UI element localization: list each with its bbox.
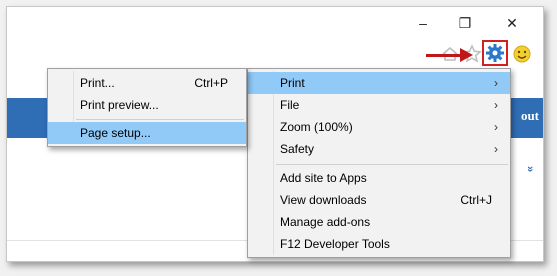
menu-item-print-dialog[interactable]: Print... Ctrl+P (48, 72, 246, 94)
screenshot-canvas: out » – ❐ ✕ Print › File › Zoom (100%) ›… (0, 0, 557, 276)
menu-item-page-setup[interactable]: Page setup... (48, 122, 246, 144)
menu-separator (276, 164, 508, 165)
submenu-arrow-icon: › (494, 98, 498, 112)
page-header-text: out (520, 108, 539, 123)
annotation-arrow-line (426, 54, 462, 57)
menu-item-print[interactable]: Print › (248, 72, 510, 94)
menu-separator (76, 119, 244, 120)
expand-chevron-icon[interactable]: » (524, 166, 536, 172)
menu-item-label: Safety (280, 142, 315, 156)
menu-item-print-preview[interactable]: Print preview... (48, 94, 246, 116)
gear-highlight-box (482, 40, 508, 66)
menu-item-f12-developer-tools[interactable]: F12 Developer Tools (248, 233, 510, 255)
menu-item-safety[interactable]: Safety › (248, 138, 510, 160)
print-submenu: Print... Ctrl+P Print preview... Page se… (47, 68, 247, 147)
menu-item-label: Print... (80, 76, 115, 90)
menu-item-label: View downloads (280, 193, 367, 207)
menu-item-label: Print preview... (80, 98, 159, 112)
menu-item-view-downloads[interactable]: View downloads Ctrl+J (248, 189, 510, 211)
tools-menu: Print › File › Zoom (100%) › Safety › Ad… (247, 68, 511, 258)
annotation-arrow-head (460, 48, 473, 62)
menu-item-shortcut: Ctrl+J (460, 193, 492, 207)
menu-item-label: Add site to Apps (280, 171, 367, 185)
submenu-arrow-icon: › (494, 142, 498, 156)
menu-item-label: F12 Developer Tools (280, 237, 390, 251)
menu-item-label: Zoom (100%) (280, 120, 353, 134)
menu-item-shortcut: Ctrl+P (194, 76, 228, 90)
restore-button[interactable]: ❐ (450, 14, 480, 32)
menu-item-label: Page setup... (80, 126, 151, 140)
menu-item-manage-add-ons[interactable]: Manage add-ons (248, 211, 510, 233)
menu-item-label: Print (280, 76, 305, 90)
minimize-button[interactable]: – (408, 14, 438, 32)
submenu-arrow-icon: › (494, 120, 498, 134)
close-button[interactable]: ✕ (497, 14, 527, 32)
smiley-feedback-icon[interactable] (512, 44, 532, 64)
menu-item-add-site-to-apps[interactable]: Add site to Apps (248, 167, 510, 189)
menu-item-label: File (280, 98, 300, 112)
submenu-arrow-icon: › (494, 76, 498, 90)
menu-item-label: Manage add-ons (280, 215, 371, 229)
menu-item-file[interactable]: File › (248, 94, 510, 116)
menu-item-zoom[interactable]: Zoom (100%) › (248, 116, 510, 138)
